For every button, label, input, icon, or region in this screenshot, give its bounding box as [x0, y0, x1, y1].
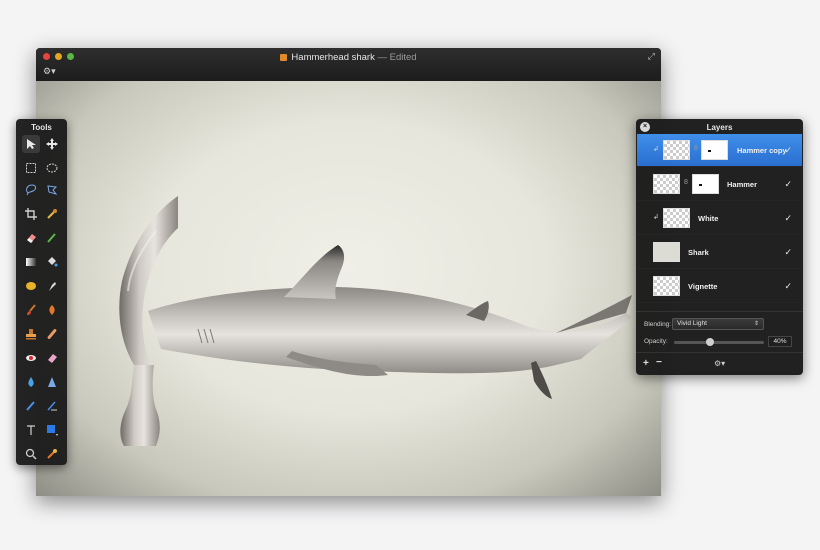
opacity-slider-knob[interactable]: [706, 338, 714, 346]
mask-link-icon[interactable]: 8: [694, 145, 698, 152]
polygon-lasso-icon[interactable]: [43, 181, 61, 199]
gradient-icon[interactable]: [22, 253, 40, 271]
layer-thumbnail: [663, 208, 690, 228]
dorsal-fin: [284, 245, 345, 299]
mask-link-icon[interactable]: 8: [684, 179, 688, 186]
visibility-checkbox[interactable]: ✓: [784, 281, 792, 292]
sponge-icon[interactable]: [22, 277, 40, 295]
blending-mode-value: Vivid Light: [677, 320, 707, 327]
fullscreen-icon[interactable]: ⤢: [648, 51, 655, 62]
opacity-label: Opacity:: [644, 338, 668, 345]
blending-label: Blending:: [644, 321, 672, 328]
heal-icon[interactable]: [43, 325, 61, 343]
divider: [636, 311, 803, 312]
paint-bucket-icon[interactable]: [43, 253, 61, 271]
layer-row-hammer-copy[interactable]: ↲ 8 Hammer copy ✓: [637, 134, 802, 167]
document-icon: [280, 54, 288, 61]
layer-thumbnail: [653, 242, 680, 262]
select-arrows-icon: ⇕: [753, 321, 759, 327]
red-eye-icon[interactable]: [22, 349, 40, 367]
hammerhead-shark-image: [119, 196, 632, 446]
visibility-checkbox[interactable]: ✓: [784, 213, 792, 224]
layers-panel: × Layers ↲ 8 Hammer copy ✓ 8 Hammer ✓ ↲ …: [636, 119, 803, 375]
image-canvas[interactable]: [36, 81, 661, 496]
layers-title: Layers: [706, 123, 733, 132]
edited-status: — Edited: [377, 52, 417, 63]
pencil-icon[interactable]: [43, 229, 61, 247]
remove-layer-button[interactable]: −: [656, 357, 662, 368]
tools-title: Tools: [31, 123, 52, 132]
layer-thumbnail: [663, 140, 690, 160]
move-icon[interactable]: [43, 135, 61, 153]
ellipse-select-icon[interactable]: [43, 159, 61, 177]
document-title: Hammerhead shark: [291, 52, 375, 63]
layer-name: Hammer: [727, 180, 758, 189]
crop-icon[interactable]: [22, 205, 40, 223]
layer-row-vignette[interactable]: Vignette ✓: [637, 270, 802, 303]
opacity-slider[interactable]: [674, 338, 764, 346]
layer-name: White: [698, 214, 719, 223]
brush-icon[interactable]: [22, 301, 40, 319]
layer-row-hammer[interactable]: 8 Hammer ✓: [637, 168, 802, 201]
gear-icon[interactable]: ⚙▾: [714, 359, 725, 368]
smudge-icon[interactable]: [43, 277, 61, 295]
color-picker-icon[interactable]: [43, 445, 61, 463]
opacity-field[interactable]: 40%: [768, 336, 792, 347]
pen-icon[interactable]: [22, 397, 40, 415]
tools-palette: Tools: [16, 119, 67, 465]
window-title: Hammerhead shark — Edited: [36, 52, 661, 63]
gear-menu-icon[interactable]: ⚙▾: [43, 66, 56, 77]
layer-name: Shark: [688, 248, 709, 257]
zoom-icon[interactable]: [22, 445, 40, 463]
layer-thumbnail: [653, 276, 680, 296]
layer-mask-thumbnail: [701, 140, 728, 160]
text-icon[interactable]: [22, 421, 40, 439]
hammer-head: [120, 365, 160, 446]
title-bar[interactable]: Hammerhead shark — Edited ⤢ ⚙▾: [36, 48, 661, 81]
divider: [636, 352, 803, 353]
path-icon[interactable]: [43, 397, 61, 415]
clipping-icon: ↲: [653, 214, 659, 221]
clipping-icon: ↲: [653, 146, 659, 153]
lasso-icon[interactable]: [22, 181, 40, 199]
visibility-checkbox[interactable]: ✓: [784, 247, 792, 258]
burn-icon[interactable]: [43, 301, 61, 319]
add-layer-button[interactable]: +: [643, 358, 649, 369]
layer-row-white[interactable]: ↲ White ✓: [637, 202, 802, 235]
eraser-icon[interactable]: [22, 229, 40, 247]
layer-name: Hammer copy: [737, 146, 787, 155]
layer-name: Vignette: [688, 282, 718, 291]
sharpen-icon[interactable]: [43, 373, 61, 391]
eyedropper-icon[interactable]: [43, 205, 61, 223]
layer-thumbnail: [653, 174, 680, 194]
drop-icon[interactable]: [22, 373, 40, 391]
rect-select-icon[interactable]: [22, 159, 40, 177]
blending-mode-select[interactable]: Vivid Light ⇕: [672, 318, 764, 330]
layer-row-shark[interactable]: Shark ✓: [637, 236, 802, 269]
clone-stamp-icon[interactable]: [22, 325, 40, 343]
document-window: Hammerhead shark — Edited ⤢ ⚙▾: [36, 48, 661, 496]
shape-icon[interactable]: [43, 421, 61, 439]
shark-body: [148, 287, 632, 374]
visibility-checkbox[interactable]: ✓: [784, 145, 792, 156]
arrow-select-icon[interactable]: [22, 135, 40, 153]
layer-mask-thumbnail: [692, 174, 719, 194]
screen: Hammerhead shark — Edited ⤢ ⚙▾ Tools × L…: [0, 0, 820, 550]
dodge-icon[interactable]: [43, 349, 61, 367]
visibility-checkbox[interactable]: ✓: [784, 179, 792, 190]
